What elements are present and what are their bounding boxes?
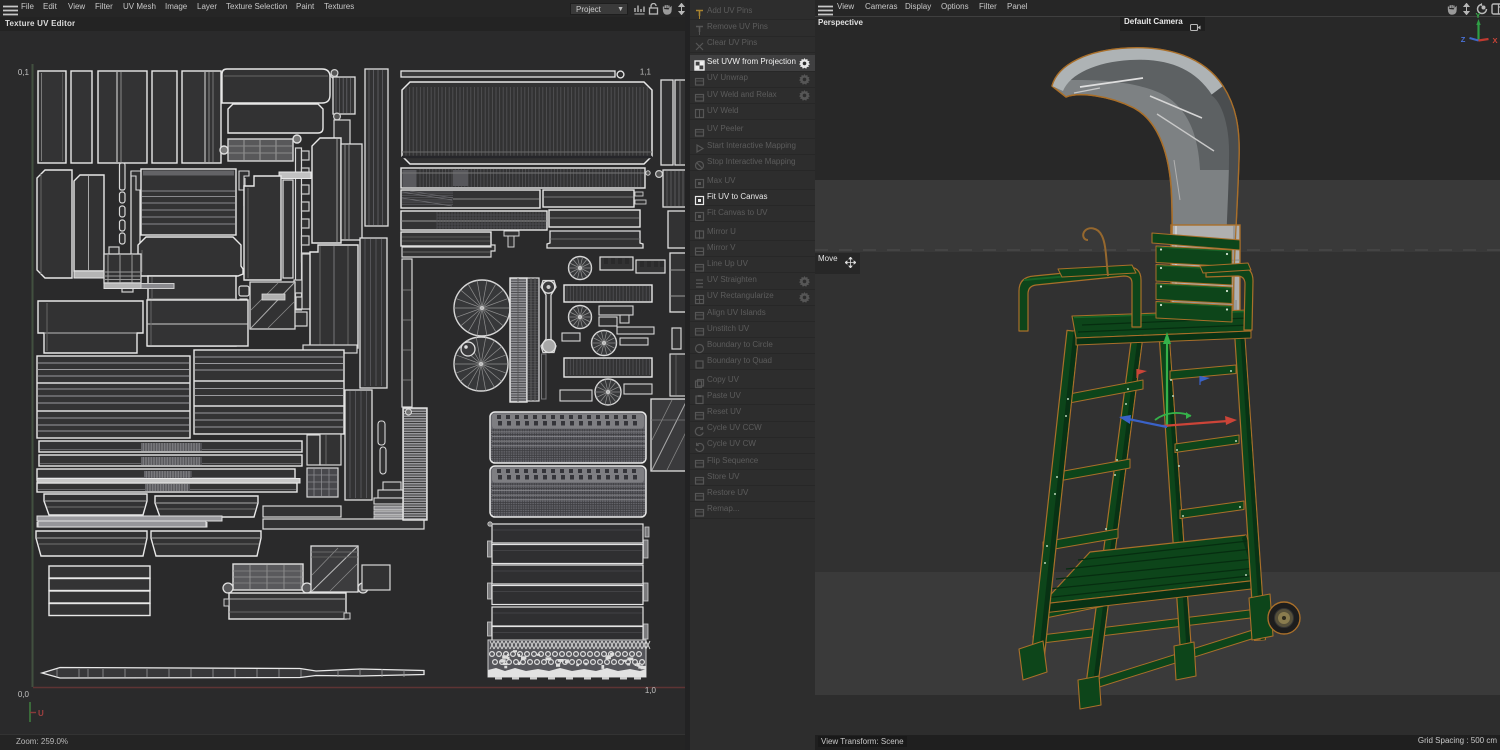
svg-text:0,1: 0,1 xyxy=(18,68,30,77)
svg-text:X: X xyxy=(1492,36,1497,45)
svg-text:1,0: 1,0 xyxy=(645,686,657,695)
svg-text:0,0: 0,0 xyxy=(18,690,30,699)
svg-text:Y: Y xyxy=(1475,11,1480,20)
svg-text:1,1: 1,1 xyxy=(640,68,652,77)
svg-text:Z: Z xyxy=(1461,35,1466,44)
svg-text:U: U xyxy=(38,709,44,718)
